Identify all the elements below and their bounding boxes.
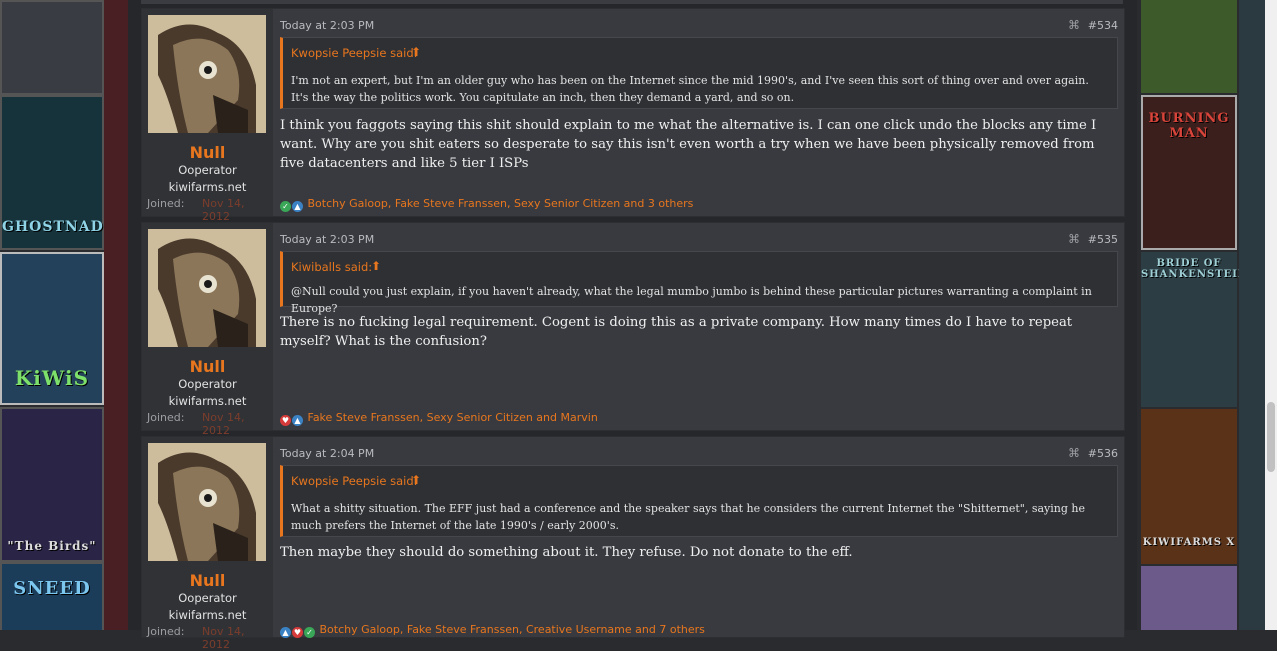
user-site: kiwifarms.net: [168, 394, 247, 408]
post-body: Today at 2:03 PM ⌘ #535 Kiwiballs said: …: [280, 223, 1118, 430]
reactions-bar[interactable]: ▲ ♥ ✓ Botchy Galoop, Fake Steve Franssen, …: [280, 623, 705, 638]
quote-block: Kwopsie Peepsie said: ⬆ I'm not an exper…: [280, 37, 1118, 109]
post-534: Null Ooperator kiwifarms.net Joined: Nov…: [141, 8, 1125, 223]
arrow-up-circle-icon[interactable]: ⬆: [411, 473, 421, 487]
joined-label: Joined:: [147, 197, 185, 210]
share-icon[interactable]: ⌘: [1068, 232, 1080, 246]
post-number[interactable]: #535: [1088, 233, 1118, 246]
user-avatar[interactable]: [148, 229, 266, 347]
post-number[interactable]: #534: [1088, 19, 1118, 32]
reactions-bar[interactable]: ✓ ▲ Botchy Galoop, Fake Steve Franssen, S…: [280, 197, 693, 212]
thumbs-up-reaction-icon: ▲: [280, 627, 291, 638]
user-title: Ooperator: [178, 163, 237, 177]
thumbs-up-reaction-icon: ▲: [292, 415, 303, 426]
page-scrollbar[interactable]: [1265, 0, 1277, 630]
post-message: I think you faggots saying this shit sho…: [280, 118, 1097, 171]
bg-tile: KiWiS: [0, 252, 104, 405]
bg-tile: KIWIFARMS X: [1141, 409, 1237, 564]
bg-tile-caption: GHOSTNADO: [2, 219, 117, 235]
bg-tile: [1141, 0, 1237, 93]
username[interactable]: Null: [142, 143, 273, 162]
quote-block: Kiwiballs said: ⬆ @Null could you just e…: [280, 251, 1118, 315]
check-reaction-icon: ✓: [304, 627, 315, 638]
bg-tile: BRIDE OF SHANKENSTEIN: [1141, 252, 1249, 407]
bg-tile-strip: [1239, 0, 1265, 630]
thread-column: Null Ooperator kiwifarms.net Joined: Nov…: [128, 0, 1137, 651]
joined-label: Joined:: [147, 411, 185, 424]
user-title: Ooperator: [178, 591, 237, 605]
post-536: Null Ooperator kiwifarms.net Joined: Nov…: [141, 436, 1125, 651]
previous-post-edge: [141, 0, 1123, 4]
thumbs-up-reaction-icon: ▲: [292, 201, 303, 212]
arrow-up-circle-icon[interactable]: ⬆: [411, 45, 421, 59]
left-background-art: GHOSTNADO KiWiS "The Birds" SNEED: [0, 0, 128, 630]
quote-text: I'm not an expert, but I'm an older guy …: [291, 74, 1089, 104]
bg-tile-caption: KiWiS: [14, 366, 90, 390]
right-background-art: BURNING MAN BRIDE OF SHANKENSTEIN KIWIFA…: [1137, 0, 1265, 630]
bg-tile: BURNING MAN: [1141, 95, 1237, 250]
share-icon[interactable]: ⌘: [1068, 446, 1080, 460]
quote-author[interactable]: Kwopsie Peepsie said:: [291, 474, 418, 488]
joined-date: Nov 14, 2012: [202, 197, 245, 223]
quote-text: @Null could you just explain, if you hav…: [291, 285, 1092, 315]
post-timestamp[interactable]: Today at 2:04 PM: [280, 447, 374, 460]
joined-date: Nov 14, 2012: [202, 625, 245, 651]
joined-date: Nov 14, 2012: [202, 411, 245, 437]
post-timestamp[interactable]: Today at 2:03 PM: [280, 19, 374, 32]
user-site: kiwifarms.net: [168, 608, 247, 622]
joined-label: Joined:: [147, 625, 185, 638]
avatar-image: [148, 229, 266, 347]
bg-tile: "The Birds": [0, 407, 104, 562]
bg-tile-caption: SNEED: [13, 578, 91, 599]
quote-text: What a shitty situation. The EFF just ha…: [291, 502, 1086, 532]
heart-reaction-icon: ♥: [280, 415, 291, 426]
bg-tile-caption: "The Birds": [7, 539, 97, 553]
bg-tile-caption: BURNING MAN: [1148, 111, 1230, 141]
heart-reaction-icon: ♥: [292, 627, 303, 638]
bg-tile: [1141, 566, 1237, 630]
reactions-list[interactable]: Fake Steve Franssen, Sexy Senior Citizen…: [308, 411, 598, 424]
quote-author[interactable]: Kiwiballs said:: [291, 260, 372, 274]
user-pane: Null Ooperator kiwifarms.net Joined: Nov…: [142, 9, 273, 223]
scrollbar-thumb[interactable]: [1267, 402, 1275, 472]
quote-author[interactable]: Kwopsie Peepsie said:: [291, 46, 418, 60]
post-body: Today at 2:03 PM ⌘ #534 Kwopsie Peepsie …: [280, 9, 1118, 216]
post-message: Then maybe they should do something abou…: [280, 545, 853, 560]
user-site: kiwifarms.net: [168, 180, 247, 194]
bg-tile: GHOSTNADO: [0, 95, 117, 250]
bg-tile: SNEED: [0, 562, 104, 630]
reactions-list[interactable]: Botchy Galoop, Fake Steve Franssen, Sexy…: [308, 197, 694, 210]
avatar-image: [148, 15, 266, 133]
bg-tile-caption: BRIDE OF SHANKENSTEIN: [1141, 258, 1249, 280]
user-avatar[interactable]: [148, 443, 266, 561]
post-number[interactable]: #536: [1088, 447, 1118, 460]
bg-tile: [0, 0, 104, 95]
check-reaction-icon: ✓: [280, 201, 291, 212]
avatar-image: [148, 443, 266, 561]
post-body: Today at 2:04 PM ⌘ #536 Kwopsie Peepsie …: [280, 437, 1118, 638]
post-message: There is no fucking legal requirement. C…: [280, 315, 1073, 349]
user-title: Ooperator: [178, 377, 237, 391]
bg-tile-strip: [104, 0, 128, 630]
post-535: Null Ooperator kiwifarms.net Joined: Nov…: [141, 222, 1125, 437]
user-avatar[interactable]: [148, 15, 266, 133]
reactions-bar[interactable]: ♥ ▲ Fake Steve Franssen, Sexy Senior Citi…: [280, 411, 598, 426]
username[interactable]: Null: [142, 357, 273, 376]
user-pane: Null Ooperator kiwifarms.net Joined: Nov…: [142, 437, 273, 651]
post-timestamp[interactable]: Today at 2:03 PM: [280, 233, 374, 246]
user-pane: Null Ooperator kiwifarms.net Joined: Nov…: [142, 223, 273, 437]
share-icon[interactable]: ⌘: [1068, 18, 1080, 32]
arrow-up-circle-icon[interactable]: ⬆: [371, 259, 381, 273]
quote-block: Kwopsie Peepsie said: ⬆ What a shitty si…: [280, 465, 1118, 537]
bg-tile-caption: KIWIFARMS X: [1142, 537, 1236, 548]
username[interactable]: Null: [142, 571, 273, 590]
